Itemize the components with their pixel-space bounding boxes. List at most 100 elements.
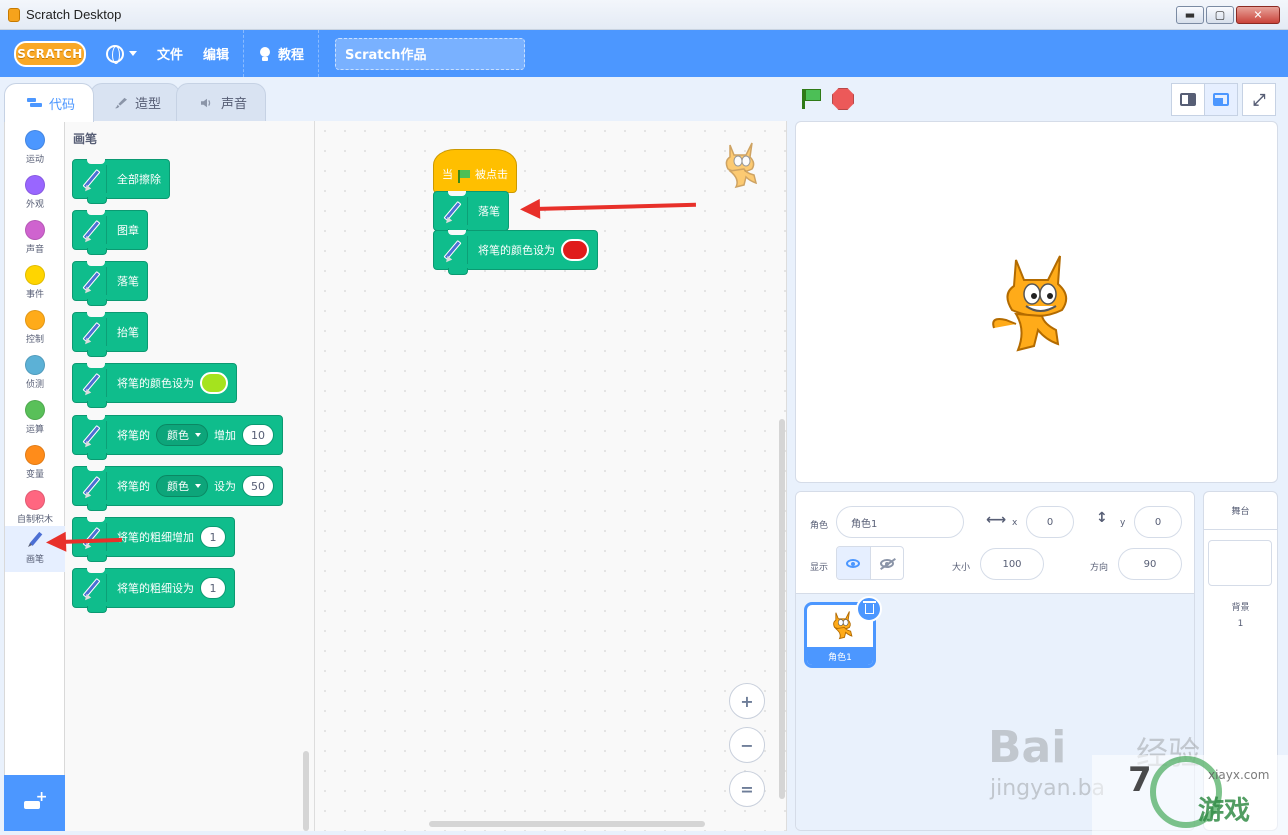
- category-motion[interactable]: 运动: [5, 126, 65, 170]
- maximize-button[interactable]: ▢: [1206, 6, 1234, 24]
- dropdown-value: 颜色: [167, 429, 189, 442]
- block-erase-all[interactable]: 全部擦除: [72, 159, 170, 204]
- script-horizontal-scrollbar[interactable]: [429, 821, 705, 827]
- stage-thumbnail[interactable]: [1208, 540, 1272, 586]
- tutorials-menu[interactable]: 教程: [248, 30, 314, 77]
- small-stage-button[interactable]: [1171, 83, 1205, 116]
- number-input[interactable]: 10: [242, 424, 274, 446]
- number-input[interactable]: 1: [200, 526, 226, 548]
- corner-watermark-text: 游戏: [1198, 796, 1251, 826]
- close-button[interactable]: ✕: [1236, 6, 1280, 24]
- sprite-cat-icon: [833, 611, 853, 640]
- script-block-pen-down[interactable]: 落笔: [433, 191, 509, 236]
- category-operators[interactable]: 运算: [5, 396, 65, 440]
- pen-icon: [28, 531, 43, 547]
- block-set-pen-size[interactable]: 将笔的粗细设为 1: [72, 568, 235, 613]
- block-label: 将笔的粗细设为: [117, 582, 194, 595]
- size-input[interactable]: 100: [980, 548, 1044, 580]
- script-hat-when-flag-clicked[interactable]: 当 被点击: [433, 149, 517, 193]
- delete-sprite-button[interactable]: [856, 596, 882, 622]
- sprite-name-input[interactable]: 角色1: [836, 506, 964, 538]
- category-dot-icon: [25, 445, 45, 465]
- x-input[interactable]: 0: [1026, 506, 1074, 538]
- block-label: 将笔的颜色设为: [117, 377, 194, 390]
- number-input[interactable]: 1: [200, 577, 226, 599]
- minimize-button[interactable]: ▬: [1176, 6, 1204, 24]
- backdrops-count: 1: [1237, 619, 1244, 629]
- category-label: 侦测: [25, 380, 44, 390]
- hide-button[interactable]: [871, 547, 904, 579]
- dropdown-value: 颜色: [167, 480, 189, 493]
- block-pen-up[interactable]: 抬笔: [72, 312, 148, 357]
- tab-code[interactable]: 代码: [4, 83, 95, 122]
- eye-icon: [846, 558, 861, 568]
- category-my-blocks[interactable]: 自制积木: [5, 486, 65, 530]
- zoom-reset-button[interactable]: =: [729, 771, 765, 807]
- direction-input[interactable]: 90: [1118, 548, 1182, 580]
- category-sensing[interactable]: 侦测: [5, 351, 65, 395]
- pen-param-dropdown[interactable]: 颜色: [156, 424, 208, 446]
- show-button[interactable]: [837, 547, 871, 579]
- paintbrush-icon: [115, 97, 128, 108]
- category-label: 变量: [25, 470, 44, 480]
- pen-param-dropdown[interactable]: 颜色: [156, 475, 208, 497]
- stop-button[interactable]: [832, 88, 854, 110]
- window-titlebar: Scratch Desktop ▬ ▢ ✕: [0, 0, 1288, 30]
- menu-divider: [318, 30, 320, 77]
- block-change-pen-param[interactable]: 将笔的 颜色 增加 10: [72, 415, 283, 460]
- eye-hidden-icon: [879, 558, 894, 568]
- fullscreen-button[interactable]: ⤢: [1242, 83, 1276, 116]
- block-change-pen-size[interactable]: 将笔的粗细增加 1: [72, 517, 235, 562]
- category-label: 事件: [25, 290, 44, 300]
- color-swatch[interactable]: [200, 372, 228, 394]
- category-events[interactable]: 事件: [5, 261, 65, 305]
- tab-sounds[interactable]: 声音: [176, 83, 267, 121]
- edit-menu[interactable]: 编辑: [193, 30, 239, 77]
- category-dot-icon: [25, 265, 45, 285]
- x-label: x: [1012, 518, 1018, 528]
- tutorials-label: 教程: [278, 48, 305, 63]
- block-label: 落笔: [117, 275, 139, 288]
- block-set-pen-color[interactable]: 将笔的颜色设为: [72, 363, 237, 408]
- project-title-input[interactable]: Scratch作品: [335, 37, 526, 70]
- zoom-in-button[interactable]: +: [729, 683, 765, 719]
- script-block-set-pen-color[interactable]: 将笔的颜色设为: [433, 230, 598, 275]
- block-label: 将笔的: [117, 429, 150, 442]
- category-dot-icon: [25, 175, 45, 195]
- add-extension-button[interactable]: [4, 775, 65, 831]
- green-flag-button[interactable]: [800, 88, 822, 110]
- backdrops-label: 背景: [1231, 603, 1250, 613]
- baidu-watermark-url: jingyan.ba: [990, 776, 1106, 801]
- color-swatch[interactable]: [561, 239, 589, 261]
- file-menu[interactable]: 文件: [147, 30, 193, 77]
- number-input[interactable]: 50: [242, 475, 274, 497]
- close-icon: ✕: [1253, 8, 1263, 22]
- scratch-logo[interactable]: SCRATCH: [14, 40, 86, 67]
- category-variables[interactable]: 变量: [5, 441, 65, 485]
- script-vertical-scrollbar[interactable]: [779, 419, 785, 799]
- block-label: 当: [442, 168, 453, 181]
- pen-icon: [79, 216, 107, 245]
- block-set-pen-param[interactable]: 将笔的 颜色 设为 50: [72, 466, 283, 511]
- block-label: 将笔的粗细增加: [117, 531, 194, 544]
- stage-pane-title: 舞台: [1204, 492, 1277, 530]
- stage-canvas[interactable]: [795, 121, 1278, 483]
- y-input[interactable]: 0: [1134, 506, 1182, 538]
- language-menu[interactable]: [96, 30, 147, 77]
- zoom-out-button[interactable]: −: [729, 727, 765, 763]
- category-dot-icon: [25, 220, 45, 240]
- block-stamp[interactable]: 图章: [72, 210, 148, 255]
- sprite-cat-icon: [725, 142, 758, 189]
- green-flag-icon: [457, 170, 471, 183]
- palette-scrollbar[interactable]: [303, 751, 309, 831]
- category-sound[interactable]: 声音: [5, 216, 65, 260]
- normal-stage-button[interactable]: [1204, 83, 1238, 116]
- maximize-icon: ▢: [1214, 8, 1226, 22]
- tab-costumes[interactable]: 造型: [90, 83, 181, 121]
- category-looks[interactable]: 外观: [5, 171, 65, 215]
- category-control[interactable]: 控制: [5, 306, 65, 350]
- block-pen-down[interactable]: 落笔: [72, 261, 148, 306]
- pen-icon: [440, 236, 468, 265]
- script-area[interactable]: 当 被点击 落笔 将笔的颜色设为 + − =: [315, 121, 787, 831]
- scratch-app-icon: [8, 7, 20, 22]
